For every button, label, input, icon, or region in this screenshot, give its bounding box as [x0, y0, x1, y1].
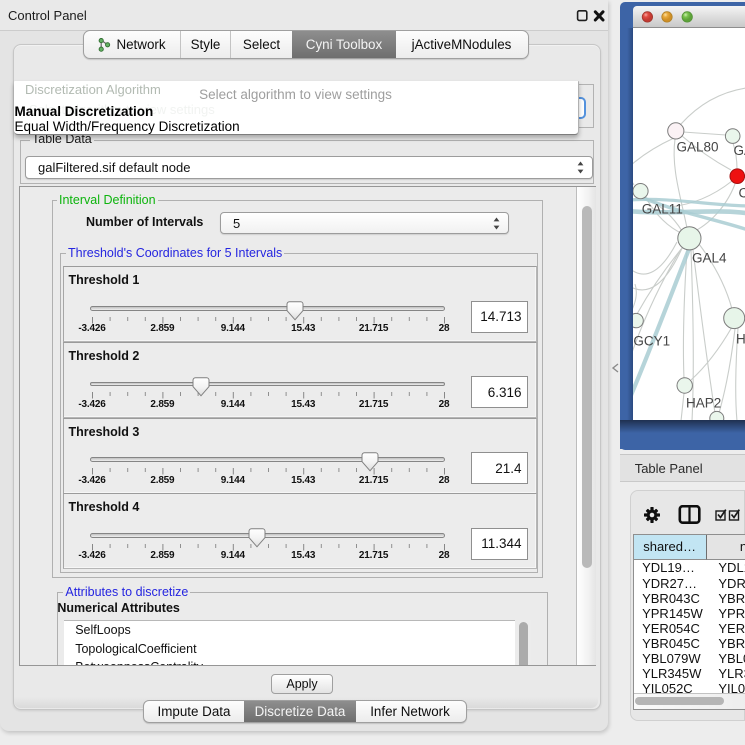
svg-text:GA: GA	[733, 143, 745, 158]
svg-text:GAL11: GAL11	[642, 201, 683, 216]
svg-text:GAL80: GAL80	[676, 139, 718, 154]
svg-text:HAP2: HAP2	[686, 395, 721, 410]
svg-text:GAL4: GAL4	[692, 250, 727, 265]
svg-text:H: H	[736, 331, 745, 346]
svg-text:GCY1: GCY1	[633, 333, 670, 348]
svg-text:C: C	[738, 185, 745, 200]
